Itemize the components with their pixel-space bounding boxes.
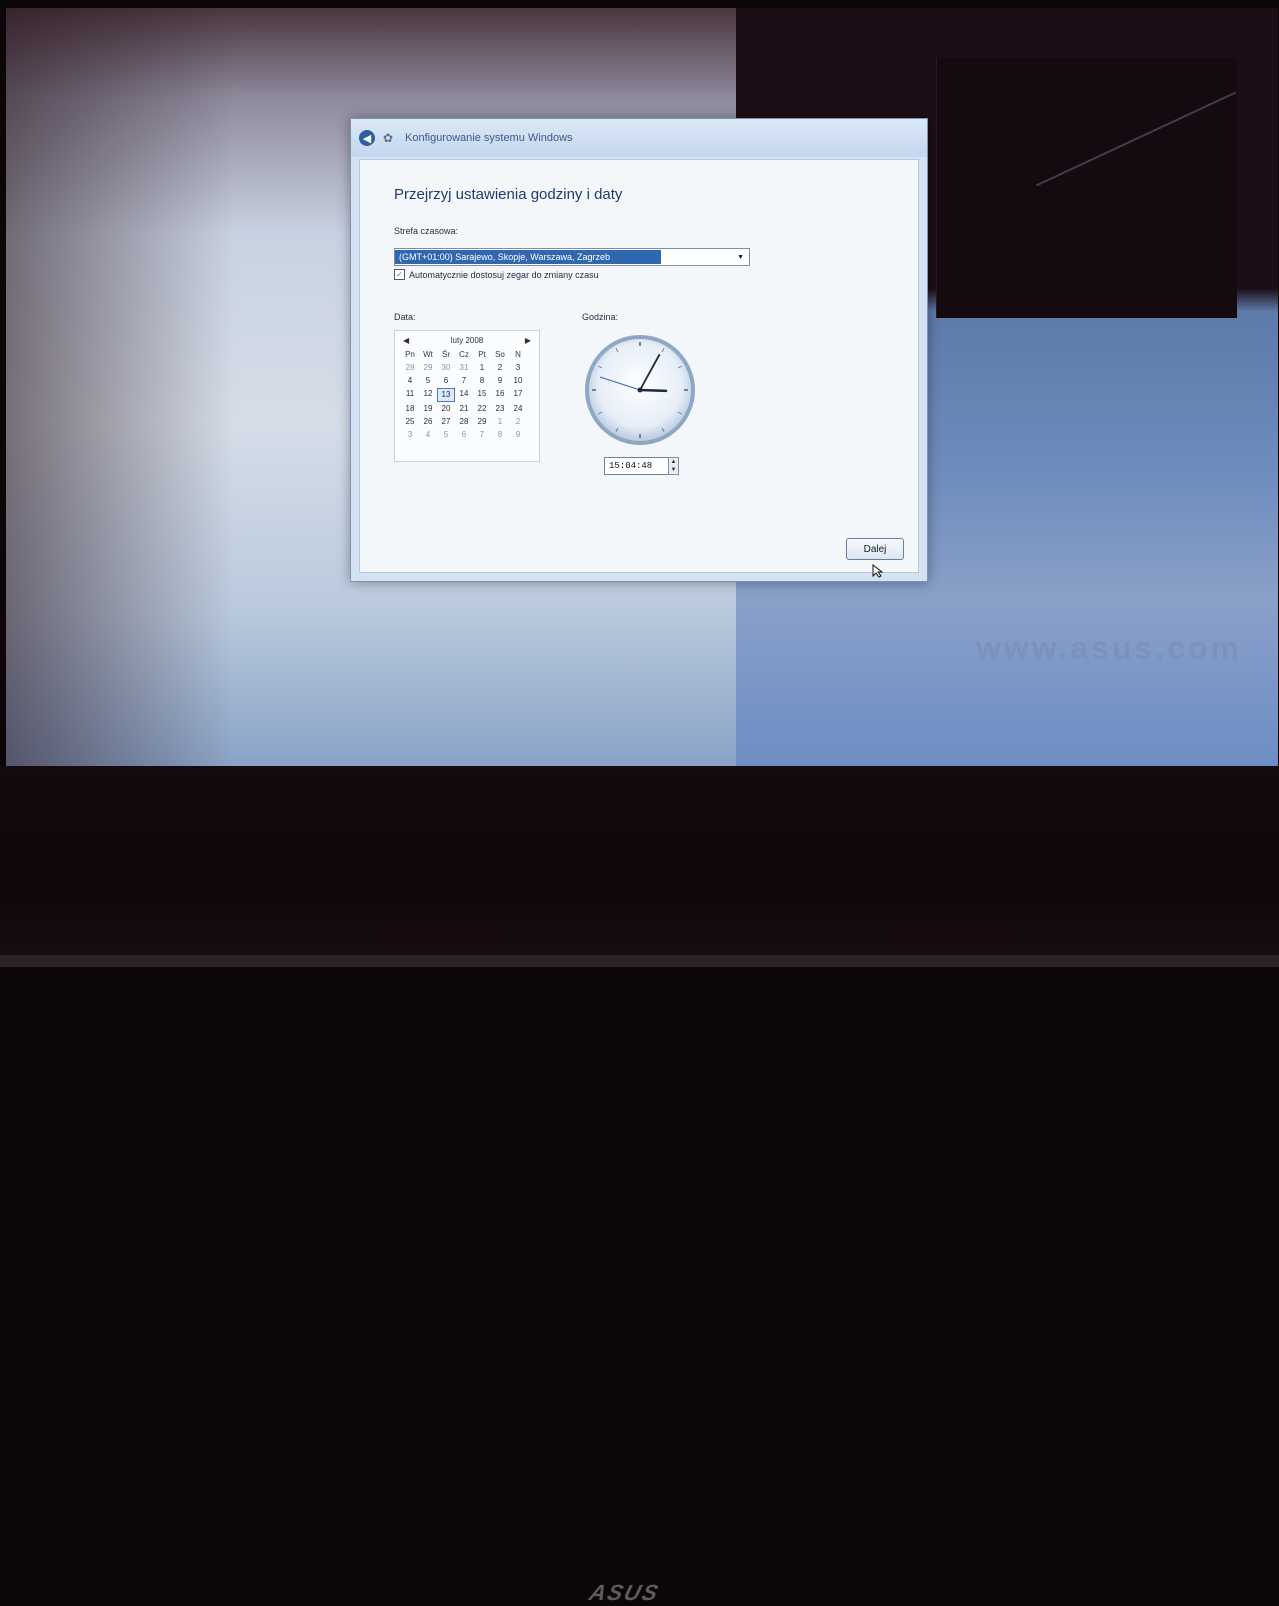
calendar-day[interactable]: 12: [419, 388, 437, 400]
time-input[interactable]: 15:04:48: [604, 457, 670, 475]
calendar-day[interactable]: 20: [437, 403, 455, 415]
calendar-day[interactable]: 4: [401, 375, 419, 387]
next-button[interactable]: Dalej: [846, 538, 904, 560]
setup-dialog: ◀ ✿ Konfigurowanie systemu Windows Przej…: [350, 118, 928, 582]
calendar-day[interactable]: 31: [455, 362, 473, 374]
weekday-header: Śr: [442, 350, 450, 359]
calendar-day[interactable]: 27: [437, 416, 455, 428]
calendar-day[interactable]: 2: [509, 416, 527, 428]
time-label: Godzina:: [582, 312, 619, 322]
calendar-day[interactable]: 16: [491, 388, 509, 400]
calendar-day[interactable]: 19: [419, 403, 437, 415]
calendar-grid: Pn Wt Śr Cz Pt So N 28 29 30 31 1 2 3 4 5 6 7 8 9 10 11 12 13 14…: [395, 349, 539, 441]
mouse-cursor-icon: [872, 564, 884, 578]
calendar-day[interactable]: 2: [491, 362, 509, 374]
weekday-header: Wt: [423, 350, 433, 359]
laptop-bezel: ASUS: [0, 766, 1279, 1605]
calendar-day[interactable]: 22: [473, 403, 491, 415]
weekday-header: Pn: [405, 350, 415, 359]
timezone-label: Strefa czasowa:: [394, 226, 459, 236]
back-button[interactable]: ◀: [359, 130, 375, 146]
background-dark-panel: [936, 58, 1237, 318]
calendar-day[interactable]: 17: [509, 388, 527, 400]
calendar: ◀ luty 2008 ▶ Pn Wt Śr Cz Pt So N 28 29 30 31 1 2 3 4 5…: [394, 330, 540, 462]
calendar-day[interactable]: 6: [437, 375, 455, 387]
calendar-day-selected[interactable]: 13: [437, 388, 455, 402]
calendar-day[interactable]: 29: [473, 416, 491, 428]
calendar-day[interactable]: 7: [473, 429, 491, 441]
calendar-day[interactable]: 28: [455, 416, 473, 428]
calendar-day[interactable]: 1: [473, 362, 491, 374]
dialog-title: Konfigurowanie systemu Windows: [405, 132, 573, 144]
windows-setup-icon: ✿: [383, 131, 394, 145]
prev-month-icon[interactable]: ◀: [403, 336, 409, 345]
weekday-header: So: [495, 350, 505, 359]
dst-checkbox[interactable]: ✓: [394, 269, 405, 280]
calendar-day[interactable]: 5: [419, 375, 437, 387]
weekday-header: Pt: [478, 350, 486, 359]
calendar-day[interactable]: 29: [419, 362, 437, 374]
calendar-day[interactable]: 10: [509, 375, 527, 387]
calendar-day[interactable]: 25: [401, 416, 419, 428]
calendar-day[interactable]: 5: [437, 429, 455, 441]
calendar-day[interactable]: 1: [491, 416, 509, 428]
calendar-header: ◀ luty 2008 ▶: [395, 331, 539, 349]
timezone-value: (GMT+01:00) Sarajewo, Skopje, Warszawa, …: [395, 250, 661, 264]
weekday-header: N: [515, 350, 521, 359]
calendar-day[interactable]: 15: [473, 388, 491, 400]
back-arrow-icon: ◀: [362, 132, 372, 145]
calendar-day[interactable]: 8: [473, 375, 491, 387]
timezone-select[interactable]: (GMT+01:00) Sarajewo, Skopje, Warszawa, …: [394, 248, 750, 266]
calendar-day[interactable]: 28: [401, 362, 419, 374]
weekday-header: Cz: [459, 350, 469, 359]
calendar-day[interactable]: 24: [509, 403, 527, 415]
calendar-day[interactable]: 18: [401, 403, 419, 415]
hour-hand: [638, 388, 668, 393]
brand-logo: ASUS: [586, 1580, 663, 1605]
calendar-day[interactable]: 4: [419, 429, 437, 441]
chevron-down-icon: ▼: [737, 253, 744, 261]
calendar-day[interactable]: 14: [455, 388, 473, 400]
calendar-day[interactable]: 6: [455, 429, 473, 441]
calendar-month-label: luty 2008: [450, 335, 484, 345]
time-spinner[interactable]: ▲ ▼: [668, 457, 679, 475]
calendar-day[interactable]: 7: [455, 375, 473, 387]
calendar-day[interactable]: 9: [509, 429, 527, 441]
next-month-icon[interactable]: ▶: [525, 336, 531, 345]
dst-label: Automatycznie dostosuj zegar do zmiany c…: [409, 269, 599, 280]
dst-row: ✓ Automatycznie dostosuj zegar do zmiany…: [394, 269, 599, 280]
bottom-strip: [0, 955, 1279, 967]
calendar-day[interactable]: 11: [401, 388, 419, 400]
calendar-day[interactable]: 3: [401, 429, 419, 441]
calendar-day[interactable]: 9: [491, 375, 509, 387]
date-label: Data:: [394, 312, 416, 322]
calendar-day[interactable]: 21: [455, 403, 473, 415]
dialog-content: Przejrzyj ustawienia godziny i daty Stre…: [359, 159, 919, 573]
brand-url: www.asus.com: [976, 630, 1242, 666]
calendar-day[interactable]: 30: [437, 362, 455, 374]
analog-clock: [585, 335, 695, 445]
calendar-day[interactable]: 26: [419, 416, 437, 428]
dialog-titlebar: ◀ ✿ Konfigurowanie systemu Windows: [351, 119, 927, 157]
page-title: Przejrzyj ustawienia godziny i daty: [394, 186, 623, 203]
calendar-day[interactable]: 3: [509, 362, 527, 374]
calendar-day[interactable]: 23: [491, 403, 509, 415]
calendar-day[interactable]: 8: [491, 429, 509, 441]
